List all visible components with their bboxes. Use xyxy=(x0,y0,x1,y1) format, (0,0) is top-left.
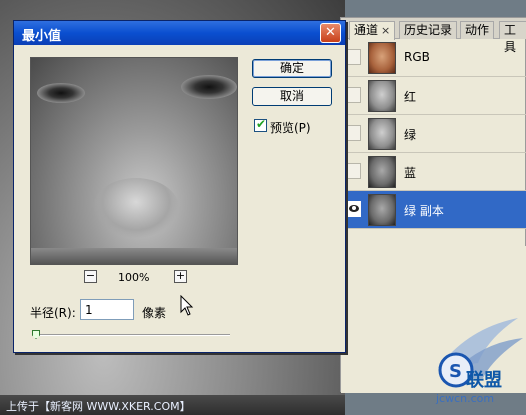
radius-unit: 像素 xyxy=(142,306,167,320)
channel-row-green[interactable]: 绿 xyxy=(341,115,526,153)
visibility-toggle[interactable] xyxy=(347,49,361,65)
visibility-toggle[interactable] xyxy=(347,201,361,217)
close-button[interactable]: ✕ xyxy=(320,23,341,43)
channel-row-blue[interactable]: 蓝 xyxy=(341,153,526,191)
visibility-toggle[interactable] xyxy=(347,163,361,179)
zoom-controls: − 100% + xyxy=(84,270,194,286)
channel-label: 红 xyxy=(404,90,417,104)
tab-history[interactable]: 历史记录 xyxy=(399,21,458,39)
channel-thumbnail xyxy=(368,118,396,150)
channel-thumbnail xyxy=(368,156,396,188)
preview-face-mouth xyxy=(31,248,237,264)
channel-thumbnail xyxy=(368,42,396,74)
visibility-toggle[interactable] xyxy=(347,87,361,103)
channel-label: 绿 副本 xyxy=(404,204,444,218)
zoom-in-button[interactable]: + xyxy=(174,270,187,283)
checkmark-icon: ✔ xyxy=(256,117,267,131)
channel-row-green-copy[interactable]: 绿 副本 xyxy=(341,191,526,229)
radius-input[interactable] xyxy=(80,299,134,320)
channel-label: 绿 xyxy=(404,128,417,142)
preview-face-eye-right xyxy=(181,75,237,99)
mouse-cursor-icon xyxy=(180,295,194,316)
channel-label: RGB xyxy=(404,50,430,64)
zoom-out-button[interactable]: − xyxy=(84,270,97,283)
preview-checkbox-label[interactable]: 预览(P) xyxy=(270,119,311,136)
preview-face-eye-left xyxy=(37,83,85,103)
close-icon: ✕ xyxy=(325,25,336,40)
cancel-button[interactable]: 取消 xyxy=(252,87,332,106)
logo-text: 联盟 xyxy=(466,370,502,391)
tab-actions[interactable]: 动作 xyxy=(460,21,495,39)
channel-thumbnail xyxy=(368,80,396,112)
logo-url: jcwcn.com xyxy=(436,392,495,405)
panel-tab-bar: 通道 × 历史记录 动作 工具 xyxy=(341,18,526,54)
zoom-level: 100% xyxy=(118,271,150,284)
channel-row-rgb[interactable]: RGB xyxy=(341,39,526,77)
preview-face-nose xyxy=(93,178,179,238)
eye-icon xyxy=(349,205,359,212)
radius-label: 半径(R): xyxy=(30,306,76,320)
tab-channels[interactable]: 通道 × xyxy=(349,21,396,40)
visibility-toggle[interactable] xyxy=(347,125,361,141)
filter-preview[interactable] xyxy=(30,57,238,265)
radius-slider-track[interactable] xyxy=(34,334,230,336)
dialog-titlebar[interactable]: 最小值 ✕ xyxy=(14,21,345,45)
watermark-text: 上传于【新客网 WWW.XKER.COM】 xyxy=(6,400,191,413)
svg-text:S: S xyxy=(449,361,462,382)
tab-channels-label: 通道 xyxy=(354,23,379,37)
tab-tools[interactable]: 工具 xyxy=(499,21,526,54)
channel-row-red[interactable]: 红 xyxy=(341,77,526,115)
preview-checkbox[interactable]: ✔ xyxy=(254,117,267,132)
ok-button[interactable]: 确定 xyxy=(252,59,332,78)
channel-label: 蓝 xyxy=(404,166,417,180)
radius-slider-thumb[interactable] xyxy=(32,330,40,339)
tab-close-icon[interactable]: × xyxy=(381,24,390,37)
channel-thumbnail xyxy=(368,194,396,226)
dialog-title: 最小值 xyxy=(22,29,62,44)
